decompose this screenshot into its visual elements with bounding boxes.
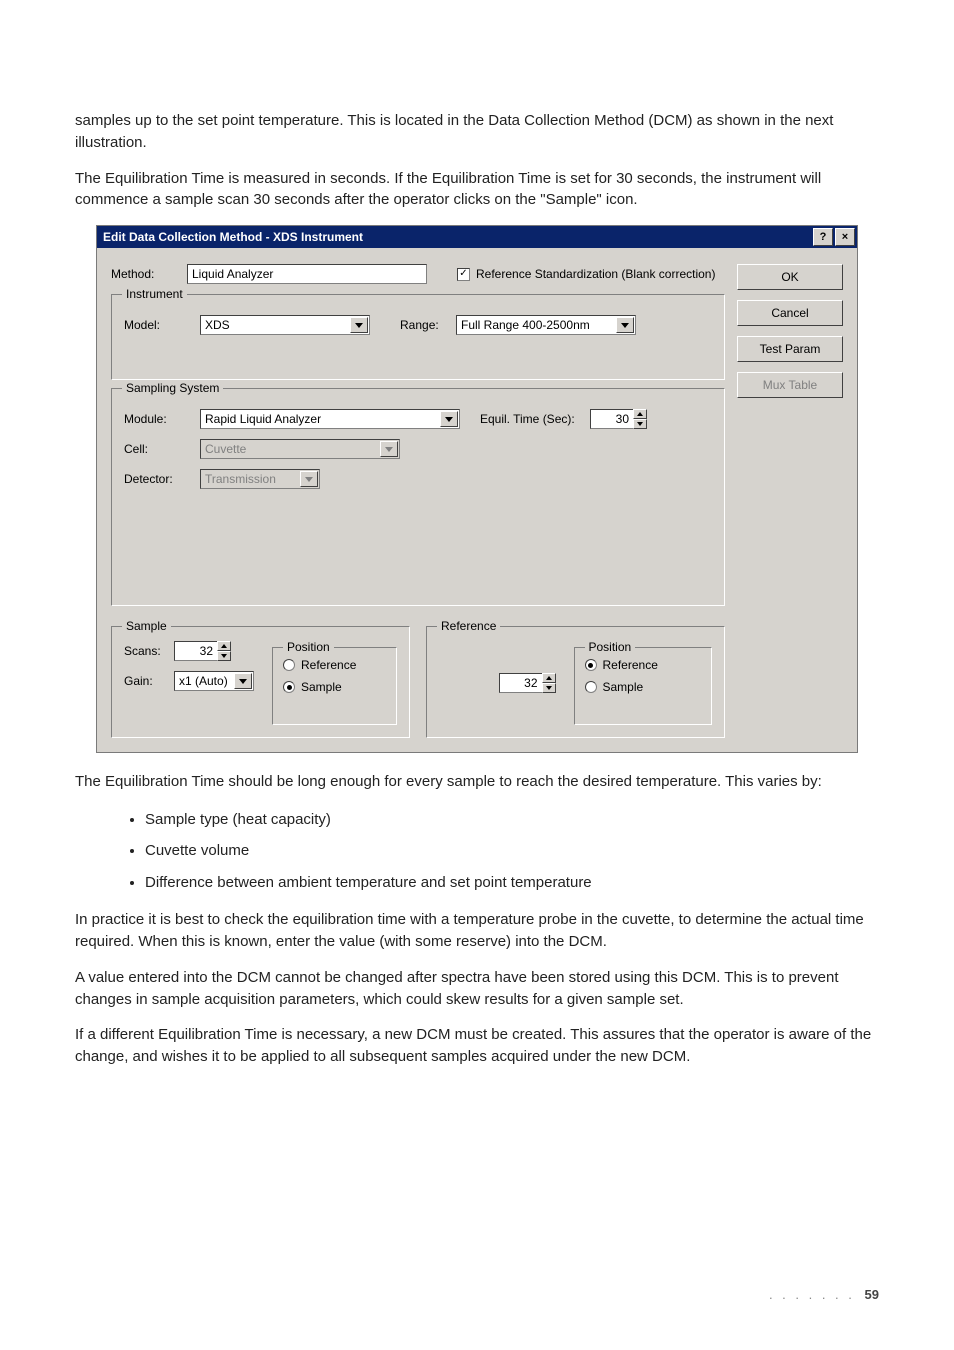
gain-value: x1 (Auto): [179, 674, 228, 688]
module-select[interactable]: Rapid Liquid Analyzer: [200, 409, 460, 429]
mux-table-button: Mux Table: [737, 372, 843, 398]
reference-scans-value[interactable]: 32: [499, 673, 543, 693]
method-input[interactable]: Liquid Analyzer: [187, 264, 427, 284]
list-item: Cuvette volume: [145, 838, 879, 864]
detector-select: Transmission: [200, 469, 320, 489]
range-select[interactable]: Full Range 400-2500nm: [456, 315, 636, 335]
chevron-down-icon[interactable]: [234, 673, 252, 689]
cancel-button[interactable]: Cancel: [737, 300, 843, 326]
chevron-down-icon[interactable]: [440, 411, 458, 427]
page-footer: . . . . . . . 59: [769, 1287, 879, 1302]
sampling-legend: Sampling System: [122, 381, 223, 395]
sample-group: Sample Scans: 32: [111, 626, 410, 738]
spinner-up[interactable]: [542, 673, 556, 683]
detector-value: Transmission: [205, 472, 276, 486]
model-label: Model:: [124, 318, 200, 332]
footer-dots: . . . . . . .: [769, 1287, 855, 1302]
close-button[interactable]: ×: [835, 228, 855, 246]
method-label: Method:: [111, 267, 187, 281]
chevron-down-icon: [300, 471, 318, 487]
model-select[interactable]: XDS: [200, 315, 370, 335]
chevron-down-icon: [380, 441, 398, 457]
reference-legend: Reference: [437, 619, 500, 633]
chevron-down-icon[interactable]: [616, 317, 634, 333]
reference-pos-reference-radio[interactable]: [585, 659, 597, 671]
cell-label: Cell:: [124, 442, 200, 456]
instrument-legend: Instrument: [122, 287, 187, 301]
reference-pos-sample-label: Sample: [603, 680, 644, 694]
reference-scans-spinner[interactable]: 32: [499, 673, 556, 693]
spinner-down[interactable]: [217, 651, 231, 661]
model-value: XDS: [205, 318, 230, 332]
module-label: Module:: [124, 412, 200, 426]
page-number: 59: [865, 1287, 879, 1302]
ref-std-checkbox[interactable]: ✓: [457, 268, 470, 281]
instrument-group: Instrument Model: XDS Range: Full Range …: [111, 294, 725, 380]
module-value: Rapid Liquid Analyzer: [205, 412, 321, 426]
spinner-up[interactable]: [217, 641, 231, 651]
list-item: Sample type (heat capacity): [145, 807, 879, 833]
help-button[interactable]: ?: [813, 228, 833, 246]
sample-pos-sample-radio[interactable]: [283, 681, 295, 693]
sample-pos-sample-label: Sample: [301, 680, 342, 694]
reference-pos-sample-radio[interactable]: [585, 681, 597, 693]
cell-value: Cuvette: [205, 442, 246, 456]
equil-time-label: Equil. Time (Sec):: [480, 412, 590, 426]
body-paragraph: The Equilibration Time is measured in se…: [75, 168, 879, 212]
scans-label: Scans:: [124, 644, 174, 658]
dialog-title: Edit Data Collection Method - XDS Instru…: [103, 230, 811, 244]
sample-pos-reference-radio[interactable]: [283, 659, 295, 671]
test-param-button[interactable]: Test Param: [737, 336, 843, 362]
equil-time-value[interactable]: 30: [590, 409, 634, 429]
gain-select[interactable]: x1 (Auto): [174, 671, 254, 691]
body-paragraph: If a different Equilibration Time is nec…: [75, 1024, 879, 1068]
body-paragraph: The Equilibration Time should be long en…: [75, 771, 879, 793]
ref-std-label: Reference Standardization (Blank correct…: [476, 267, 715, 282]
dialog-titlebar: Edit Data Collection Method - XDS Instru…: [97, 226, 857, 248]
body-paragraph: In practice it is best to check the equi…: [75, 909, 879, 953]
chevron-down-icon[interactable]: [350, 317, 368, 333]
list-item: Difference between ambient temperature a…: [145, 870, 879, 896]
spinner-down[interactable]: [542, 683, 556, 693]
ok-button[interactable]: OK: [737, 264, 843, 290]
equil-time-spinner[interactable]: 30: [590, 409, 647, 429]
sample-scans-spinner[interactable]: 32: [174, 641, 231, 661]
detector-label: Detector:: [124, 472, 200, 486]
cell-select: Cuvette: [200, 439, 400, 459]
reference-pos-reference-label: Reference: [603, 658, 658, 672]
gain-label: Gain:: [124, 674, 174, 688]
sample-pos-reference-label: Reference: [301, 658, 356, 672]
spinner-down[interactable]: [633, 419, 647, 429]
reference-position-legend: Position: [585, 640, 636, 654]
range-label: Range:: [400, 318, 456, 332]
body-paragraph: samples up to the set point temperature.…: [75, 110, 879, 154]
range-value: Full Range 400-2500nm: [461, 318, 590, 332]
edit-dcm-dialog: Edit Data Collection Method - XDS Instru…: [96, 225, 858, 753]
bullet-list: Sample type (heat capacity) Cuvette volu…: [75, 807, 879, 896]
sample-legend: Sample: [122, 619, 171, 633]
spinner-up[interactable]: [633, 409, 647, 419]
sample-position-legend: Position: [283, 640, 334, 654]
reference-group: Reference 32: [426, 626, 725, 738]
sample-scans-value[interactable]: 32: [174, 641, 218, 661]
sampling-system-group: Sampling System Module: Rapid Liquid Ana…: [111, 388, 725, 606]
body-paragraph: A value entered into the DCM cannot be c…: [75, 967, 879, 1011]
